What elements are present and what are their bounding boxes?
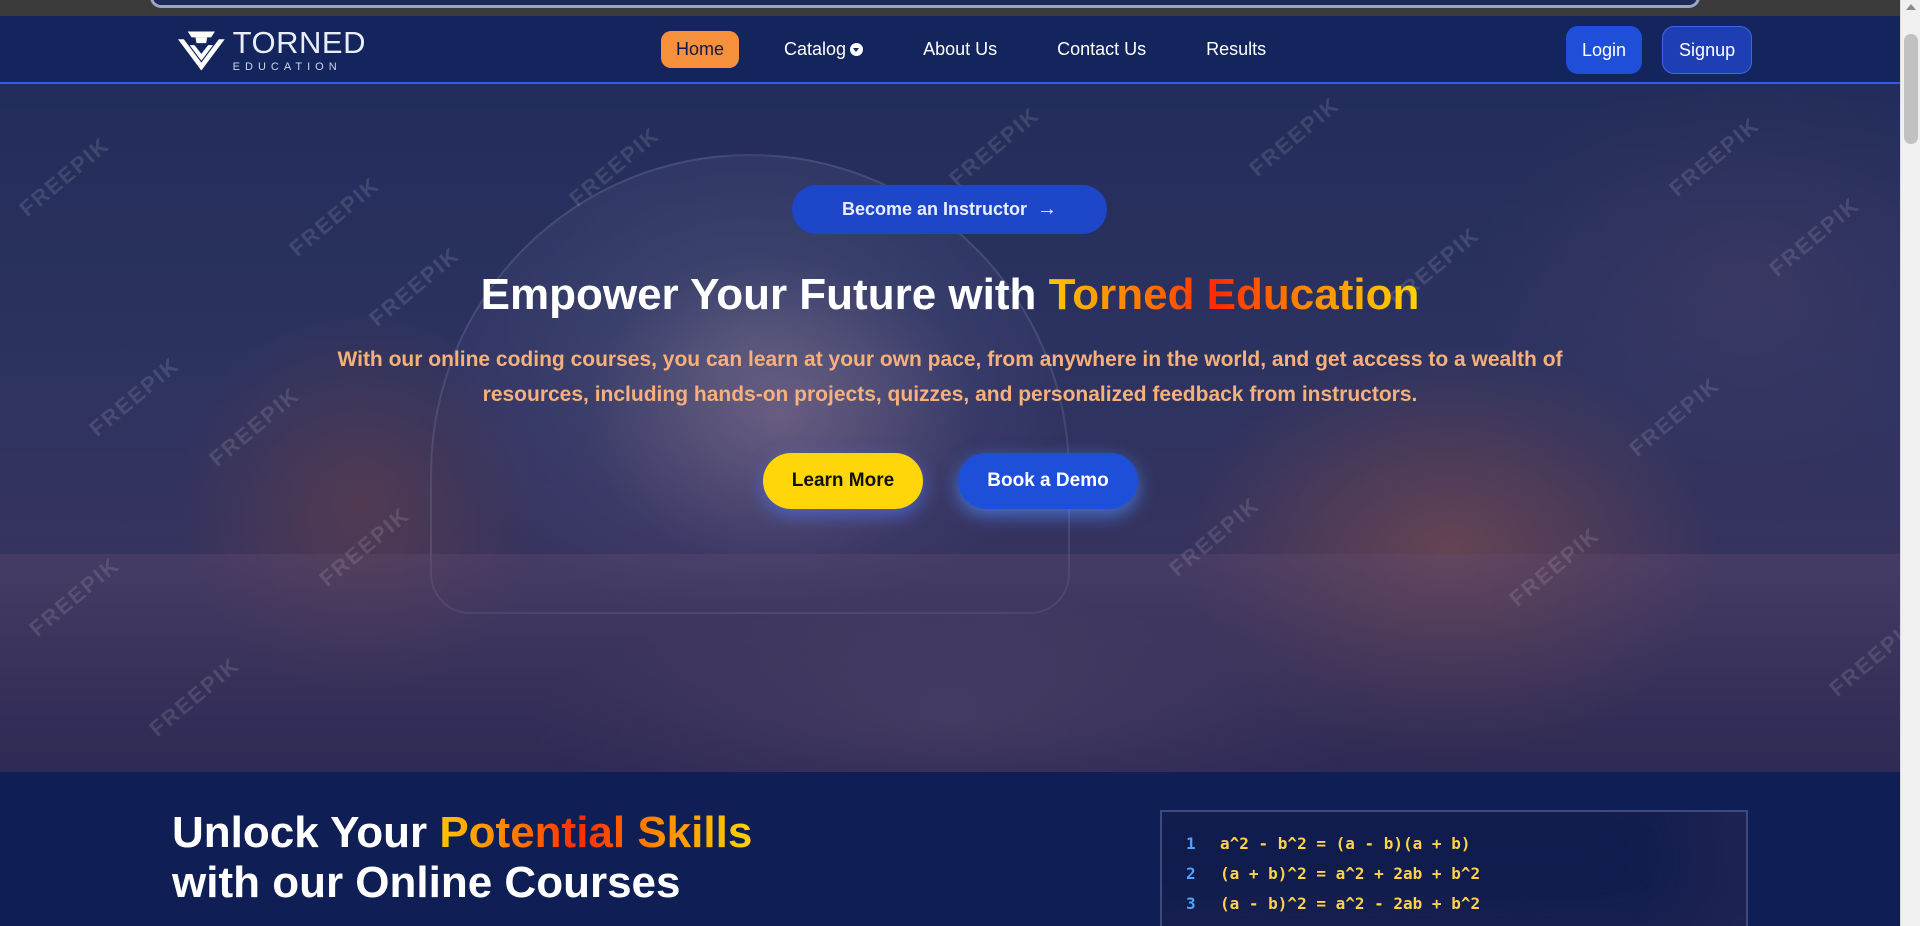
nav-results[interactable]: Results [1191, 31, 1281, 68]
code-line: 3 (a - b)^2 = a^2 - 2ab + b^2 [1186, 888, 1746, 918]
hero-content: Become an Instructor → Empower Your Futu… [0, 84, 1900, 772]
hero-subtitle: With our online coding courses, you can … [337, 348, 1563, 406]
learn-more-button[interactable]: Learn More [763, 453, 923, 509]
page-scrollbar[interactable] [1900, 0, 1920, 926]
brand-sub: EDUCATION [232, 61, 342, 73]
code-text: (a - b)^2 = a^2 - 2ab + b^2 [1220, 893, 1481, 913]
login-button[interactable]: Login [1566, 26, 1643, 74]
auth-buttons: Login Signup [1566, 26, 1772, 74]
logo-icon [177, 31, 225, 71]
nav-catalog-label: Catalog [784, 38, 847, 59]
courses-section: Unlock Your Potential Skills with our On… [0, 772, 1900, 926]
address-bar[interactable] [150, 0, 1700, 8]
nav-contact[interactable]: Contact Us [1042, 31, 1161, 68]
nav-links: Home Catalog About Us Contact Us Results [661, 30, 1311, 68]
brand-name: TORNED [232, 25, 366, 60]
line-number: 2 [1186, 863, 1196, 883]
signup-button[interactable]: Signup [1662, 26, 1753, 74]
courses-title-line2: with our Online Courses [172, 858, 681, 907]
browser-top-strip [0, 0, 1900, 16]
book-demo-button[interactable]: Book a Demo [958, 453, 1138, 509]
hero-title-highlight: Torned Education [1048, 270, 1420, 319]
become-instructor-label: Become an Instructor [841, 199, 1028, 219]
nav-about[interactable]: About Us [908, 31, 1012, 68]
hero-title: Empower Your Future with Torned Educatio… [0, 270, 1900, 320]
code-text: (a + b)^2 = a^2 + 2ab + b^2 [1220, 863, 1481, 883]
arrow-right-icon: → [1037, 198, 1058, 220]
nav-catalog[interactable]: Catalog [769, 31, 878, 68]
logo[interactable]: TORNED EDUCATION [176, 24, 366, 76]
scroll-up-icon[interactable] [1906, 4, 1916, 10]
navbar: TORNED EDUCATION Home Catalog About Us C… [0, 16, 1900, 84]
chevron-down-icon [850, 42, 864, 56]
courses-title-highlight: Potential Skills [439, 808, 753, 857]
code-line: 1 a^2 - b^2 = (a - b)(a + b) [1186, 828, 1746, 858]
courses-title: Unlock Your Potential Skills with our On… [172, 808, 752, 908]
line-number: 1 [1186, 833, 1196, 853]
line-number: 3 [1186, 893, 1196, 913]
nav-home[interactable]: Home [661, 30, 740, 68]
scrollbar-thumb[interactable] [1904, 34, 1918, 144]
become-instructor-button[interactable]: Become an Instructor → [792, 185, 1107, 234]
hero-cta-row: Learn More Book a Demo [763, 453, 1138, 509]
courses-title-plain: Unlock Your [172, 808, 440, 857]
hero-section: FREEPIK FREEPIK FREEPIK FREEPIK FREEPIK … [0, 84, 1900, 772]
code-line: 2 (a + b)^2 = a^2 + 2ab + b^2 [1186, 858, 1746, 888]
code-text: a^2 - b^2 = (a - b)(a + b) [1220, 833, 1471, 853]
hero-title-plain: Empower Your Future with [480, 270, 1049, 319]
code-box: 1 a^2 - b^2 = (a - b)(a + b) 2 (a + b)^2… [1160, 810, 1748, 926]
